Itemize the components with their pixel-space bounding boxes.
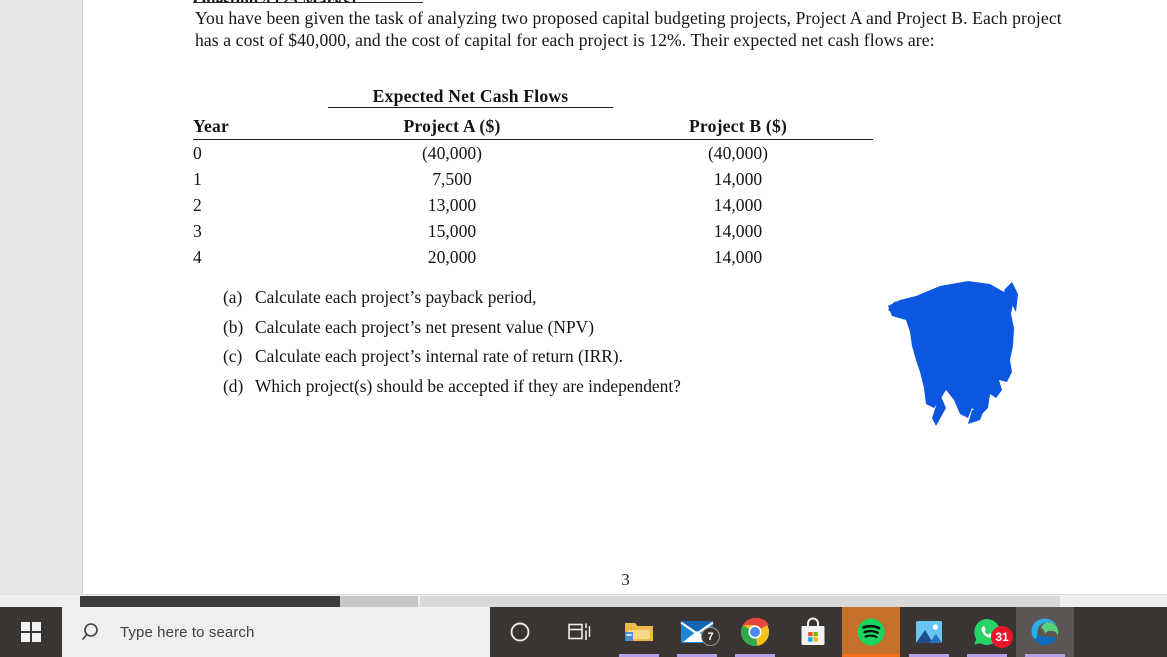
page-number: 3 [621,570,630,589]
part-text: Calculate each project’s payback period, [255,287,537,307]
question-parts-list: (a) Calculate each project’s payback per… [223,283,983,401]
part-label: (d) [223,375,244,396]
scribble-icon [888,281,1018,426]
cell-year: 3 [193,220,202,241]
cell-project-b: 14,000 [713,246,763,267]
part-label: (a) [223,287,243,307]
list-item: (a) Calculate each project’s payback per… [223,283,983,313]
cash-flow-table: Expected Net Cash Flows Year Project A (… [193,86,873,270]
cortana-button[interactable] [490,607,550,657]
list-item: (d) Which project(s) should be accepted … [223,372,983,402]
cell-project-b: (40,000) [707,142,769,163]
search-icon [82,622,106,642]
cell-year: 4 [193,246,202,267]
task-view-button[interactable] [550,607,610,657]
table-row: 1 7,500 14,000 [193,166,873,192]
blue-scribble-annotation [880,268,1045,443]
scrollbar-segment[interactable] [340,596,418,607]
taskbar-item-google-chrome[interactable] [726,607,784,657]
horizontal-scrollbar[interactable] [0,594,1167,608]
taskbar-item-spotify[interactable] [842,607,900,657]
scrollbar-thumb[interactable] [80,596,340,607]
column-header-project-a: Project A ($) [301,113,603,140]
cell-project-a: 7,500 [432,168,472,189]
file-explorer-icon [625,623,653,641]
question-heading: Question 4 (25 Marks) [193,0,423,3]
column-header-project-b: Project B ($) [603,113,873,140]
cell-project-a: 20,000 [427,246,477,267]
table-row: 0 (40,000) (40,000) [193,140,873,167]
cortana-circle-icon [510,622,530,642]
cell-project-a: 13,000 [427,194,477,215]
part-text: Calculate each project’s net present val… [255,316,594,337]
mail-badge-count: 7 [701,627,720,646]
cell-project-b: 14,000 [713,220,763,241]
edge-icon [1031,618,1059,646]
document-viewer-window: Question 4 (25 Marks) You have been give… [0,0,1167,657]
list-item: (c) Calculate each project’s internal ra… [223,342,983,372]
cell-project-a: (40,000) [421,142,483,163]
search-placeholder-text: Type here to search [120,623,255,641]
part-text: Calculate each project’s internal rate o… [255,346,623,366]
photos-icon [916,621,942,643]
cell-year: 2 [193,194,202,215]
taskbar-item-whatsapp[interactable]: 31 [958,607,1016,657]
part-text: Which project(s) should be accepted if t… [255,375,681,396]
taskbar-app-list: 7 31 [610,607,1074,657]
intro-paragraph: You have been given the task of analyzin… [195,8,1062,50]
cell-project-b: 14,000 [713,194,763,215]
cell-year: 0 [193,142,202,163]
chrome-icon [741,617,769,647]
cell-project-a: 15,000 [427,220,477,241]
table-title: Expected Net Cash Flows [328,86,613,108]
microsoft-store-icon [801,617,825,645]
part-label: (b) [223,316,244,337]
windows-logo-icon [20,621,42,643]
start-button[interactable] [0,607,62,657]
taskbar-item-mail[interactable]: 7 [668,607,726,657]
search-input[interactable]: Type here to search [62,607,490,657]
whatsapp-badge-count: 31 [991,626,1013,648]
taskbar-item-photos[interactable] [900,607,958,657]
taskbar-item-microsoft-store[interactable] [784,607,842,657]
table-row: 3 15,000 14,000 [193,218,873,244]
column-header-year: Year [193,113,301,140]
cell-year: 1 [193,168,202,189]
table-header-row: Year Project A ($) Project B ($) [193,113,873,140]
list-item: (b) Calculate each project’s net present… [223,313,983,343]
scrollbar-segment[interactable] [420,596,1060,607]
taskbar-item-microsoft-edge[interactable] [1016,607,1074,657]
table-row: 2 13,000 14,000 [193,192,873,218]
part-label: (c) [223,346,243,366]
task-view-icon [568,623,591,640]
windows-taskbar: Type here to search 7 31 [0,607,1167,657]
taskbar-item-file-explorer[interactable] [610,607,668,657]
table-row: 4 20,000 14,000 [193,244,873,270]
spotify-icon [857,618,885,646]
cell-project-b: 14,000 [713,168,763,189]
